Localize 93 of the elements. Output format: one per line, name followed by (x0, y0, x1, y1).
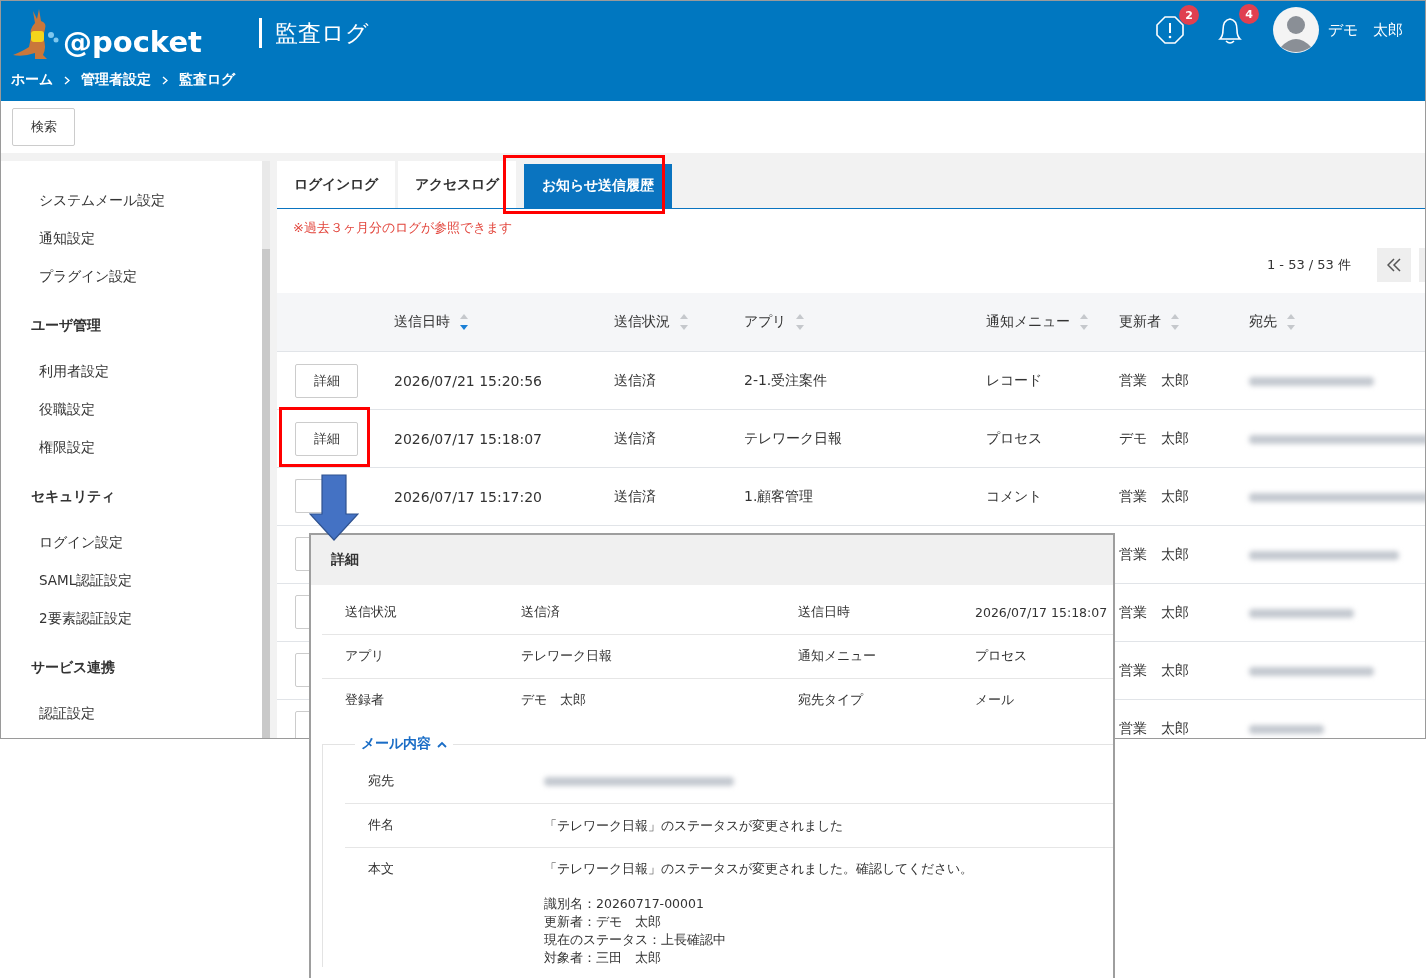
field-label: 送信日時 (798, 604, 851, 621)
sidebar-item[interactable]: SAML認証設定 (1, 561, 262, 599)
field-value: 現在のステータス：上長確認中 (544, 931, 727, 949)
sidebar-item[interactable]: 役職設定 (1, 390, 262, 428)
field-label: アプリ (344, 648, 385, 665)
field-value: テレワーク日報 (521, 648, 613, 665)
count-badge: 4 (1239, 4, 1259, 24)
alert-icon[interactable] (1155, 15, 1185, 45)
scrollbar[interactable] (262, 161, 270, 738)
table-cell-text: 営業 太郎 (1118, 603, 1190, 622)
tab[interactable]: アクセスログ (398, 161, 516, 208)
table-cell-text: コメント (985, 487, 1043, 506)
table-cell-text: 2026/07/17 15:17:20 (393, 488, 544, 505)
avatar-icon[interactable] (1273, 7, 1319, 53)
table-cell-text: 2-1.受注案件 (743, 371, 829, 390)
caret-up-icon (437, 740, 447, 748)
popup-title: 詳細 (331, 551, 359, 569)
field-label: 送信状況 (344, 604, 398, 621)
tab[interactable]: ログインログ (277, 161, 395, 208)
first-page-button[interactable] (1377, 248, 1411, 282)
count-badge: 2 (1179, 5, 1199, 25)
sidebar-item[interactable]: 利用者設定 (1, 352, 262, 390)
column-header[interactable]: アプリ (744, 313, 786, 331)
field-label: 本文 (367, 860, 395, 878)
sidebar-item[interactable]: 認証設定 (1, 694, 262, 732)
field-value: デモ 太郎 (521, 692, 587, 709)
table-cell-text: デモ 太郎 (1118, 429, 1190, 448)
notice-text: ※過去３ヶ月分のログが参照できます (292, 219, 513, 237)
sidebar-item[interactable]: 通知設定 (1, 219, 262, 257)
double-chevron-left-icon (1387, 258, 1401, 272)
table-cell-text: 2026/07/17 15:18:07 (393, 430, 544, 447)
table-cell-text: 送信済 (613, 371, 657, 390)
field-value: 「テレワーク日報」のステータスが変更されました (544, 816, 844, 835)
column-header[interactable]: 通知メニュー (986, 313, 1070, 331)
table-cell-text: レコード (985, 371, 1043, 390)
table-cell-text: プロセス (985, 429, 1043, 448)
field-value: メール (975, 692, 1015, 709)
detail-button[interactable] (295, 478, 322, 513)
tab[interactable]: お知らせ送信履歴 (524, 164, 672, 208)
sidebar-heading: セキュリティ (30, 487, 116, 506)
sort-icon[interactable] (1080, 313, 1088, 331)
field-value: 2026/07/17 15:18:07 (975, 605, 1109, 620)
field-label: 件名 (367, 817, 395, 834)
field-value: プロセス (975, 648, 1028, 665)
sort-icon[interactable] (680, 313, 688, 331)
sort-icon[interactable] (1287, 313, 1295, 331)
field-value: 識別名：20260717-00001 (544, 895, 705, 913)
down-arrow-icon (309, 474, 359, 541)
user-name[interactable]: デモ 太郎 (1328, 20, 1403, 40)
sidebar-item[interactable]: プラグイン設定 (1, 257, 262, 295)
chevron-right-icon (64, 75, 70, 85)
breadcrumb-link[interactable]: 管理者設定 (81, 71, 151, 89)
logo-text[interactable]: @pocket (63, 28, 202, 57)
field-label: 通知メニュー (798, 648, 877, 665)
field-label: 宛先 (367, 773, 395, 790)
field-value: 「テレワーク日報」のステータスが変更されました。確認してください。 (544, 860, 974, 878)
sidebar-heading: サービス連携 (30, 658, 116, 677)
breadcrumb-link[interactable]: ホーム (11, 71, 53, 89)
sidebar-item[interactable]: 2要素認証設定 (1, 599, 262, 637)
section-toggle[interactable]: メール内容 (355, 735, 453, 753)
sidebar-heading: ユーザ管理 (30, 316, 102, 335)
column-header[interactable]: 送信状況 (614, 313, 670, 331)
field-value: 送信済 (521, 604, 561, 621)
table-cell-text: 送信済 (613, 429, 657, 448)
table-cell-text: 2026/07/21 15:20:56 (393, 372, 544, 389)
table-cell-text: 1.顧客管理 (743, 487, 815, 506)
table-cell-text: 送信済 (613, 487, 657, 506)
table-cell-text: 営業 太郎 (1118, 371, 1190, 390)
table-cell-text: 営業 太郎 (1118, 545, 1190, 564)
table-cell-text: 営業 太郎 (1118, 487, 1190, 506)
sort-icon[interactable] (460, 313, 468, 331)
sort-icon[interactable] (1171, 313, 1179, 331)
column-header[interactable]: 宛先 (1249, 313, 1277, 331)
sidebar-item[interactable]: システムメール設定 (1, 181, 262, 219)
detail-button[interactable]: 詳細 (295, 363, 358, 398)
field-value: 更新者：デモ 太郎 (544, 913, 662, 931)
field-label: 宛先タイプ (798, 692, 865, 709)
sidebar-item[interactable]: 権限設定 (1, 428, 262, 466)
page-title: 監査ログ (275, 18, 369, 48)
table-cell-text: テレワーク日報 (743, 429, 843, 448)
field-value: 対象者：三田 太郎 (544, 949, 662, 967)
page-range: 1 - 53 / 53 件 (1266, 256, 1351, 274)
column-header[interactable]: 送信日時 (394, 313, 450, 331)
breadcrumb-link[interactable]: 監査ログ (179, 71, 235, 89)
field-label: 登録者 (344, 692, 385, 709)
sort-icon[interactable] (796, 313, 804, 331)
table-cell-text: 営業 太郎 (1118, 661, 1190, 680)
detail-button[interactable]: 詳細 (295, 421, 358, 456)
table-cell-text: 営業 太郎 (1118, 719, 1190, 738)
search-button[interactable]: 検索 (12, 108, 75, 146)
column-header[interactable]: 更新者 (1119, 313, 1161, 331)
sidebar-item[interactable]: ログイン設定 (1, 523, 262, 561)
chevron-right-icon (162, 75, 168, 85)
